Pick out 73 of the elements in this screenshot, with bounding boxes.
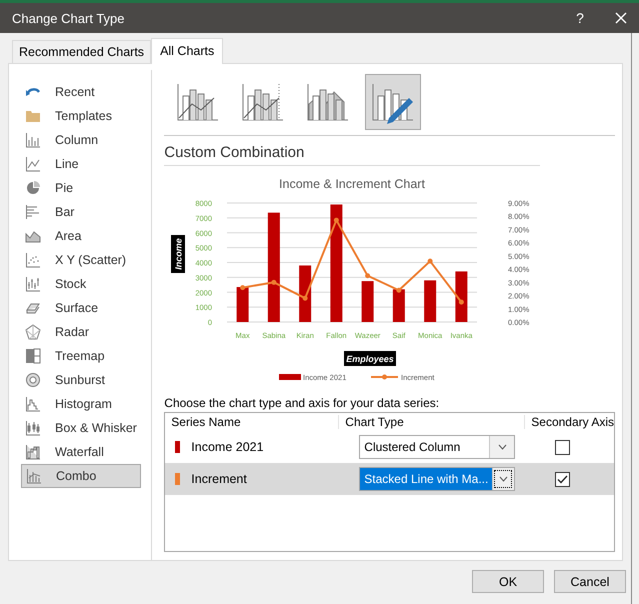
- chart-type-dropdown[interactable]: Clustered Column: [359, 435, 516, 459]
- chart-type-dropdown[interactable]: Stacked Line with Ma...: [359, 467, 516, 491]
- waterfall-icon: [25, 444, 41, 460]
- data-point: [334, 218, 340, 223]
- sunburst-icon: [25, 372, 41, 388]
- sidebar-item[interactable]: Radar: [21, 320, 142, 344]
- series-name: Increment: [191, 472, 247, 486]
- bar: [299, 265, 312, 322]
- help-button[interactable]: ?: [569, 10, 591, 26]
- sidebar-item[interactable]: Sunburst: [21, 368, 142, 392]
- stock-chart-icon: [25, 276, 41, 292]
- chart-subtype-button[interactable]: [365, 74, 422, 130]
- treemap-icon: [25, 348, 41, 364]
- axis-title: Employees: [344, 351, 396, 366]
- scatter-chart-icon: [25, 252, 41, 268]
- line-chart-icon: [25, 156, 41, 172]
- data-point: [302, 296, 308, 301]
- bar-chart-icon: [25, 204, 41, 220]
- caret-icon: [498, 444, 507, 450]
- y-axis-title: Income: [174, 238, 184, 270]
- column-header: Series Name: [165, 415, 340, 429]
- data-point: [365, 273, 370, 278]
- sidebar-item[interactable]: Treemap: [21, 344, 142, 368]
- sidebar-item[interactable]: Column: [21, 128, 142, 152]
- sidebar-item[interactable]: Waterfall: [21, 440, 142, 464]
- series-name: Income 2021: [191, 440, 264, 454]
- bar: [362, 281, 374, 322]
- tab[interactable]: All Charts: [151, 38, 224, 64]
- checkbox[interactable]: [555, 440, 570, 454]
- column-chart-icon: [25, 132, 41, 148]
- x-axis-title: Employees: [346, 354, 394, 364]
- sidebar-item[interactable]: Area: [21, 224, 142, 248]
- checkbox[interactable]: [555, 472, 570, 486]
- axis-title: Income: [171, 235, 186, 273]
- sidebar-item[interactable]: Box & Whisker: [21, 416, 142, 440]
- data-point: [272, 280, 277, 285]
- caret-icon: [499, 476, 508, 482]
- section-title: Custom Combination: [164, 144, 304, 161]
- column-header: Chart Type: [339, 415, 526, 429]
- tab[interactable]: Recommended Charts: [12, 40, 152, 63]
- column-header: Secondary Axis: [530, 415, 614, 429]
- folder-icon: [25, 108, 41, 124]
- chart-title: Income & Increment Chart: [279, 177, 426, 191]
- radar-chart-icon: [25, 324, 41, 340]
- histogram-icon: [25, 396, 41, 412]
- box-whisker-icon: [25, 420, 41, 436]
- bar: [236, 287, 249, 322]
- pie-chart-icon: [25, 180, 41, 196]
- sidebar-item[interactable]: Combo: [21, 464, 142, 488]
- data-point: [396, 288, 402, 293]
- dialog-button[interactable]: Cancel: [554, 570, 626, 593]
- sidebar-item[interactable]: Recent: [21, 80, 142, 104]
- window-title: Change Chart Type: [12, 10, 126, 26]
- sidebar-item[interactable]: Bar: [21, 200, 142, 224]
- data-point: [240, 285, 246, 290]
- sidebar-item[interactable]: Templates: [21, 104, 142, 128]
- sidebar-item[interactable]: Surface: [21, 296, 142, 320]
- bar: [424, 280, 436, 322]
- sidebar-item[interactable]: X Y (Scatter): [21, 248, 142, 272]
- sidebar-item[interactable]: Stock: [21, 272, 142, 296]
- data-point: [428, 258, 433, 264]
- bar: [456, 271, 468, 322]
- series-row[interactable]: Income 2021 Clustered Column: [165, 431, 614, 463]
- sidebar-item[interactable]: Histogram: [21, 392, 142, 416]
- series-row[interactable]: Increment Stacked Line with Ma...: [165, 463, 614, 495]
- sidebar-item[interactable]: Line: [21, 152, 142, 176]
- instruction-text: Choose the chart type and axis for your data series:: [164, 396, 440, 410]
- bar: [393, 289, 406, 322]
- close-icon[interactable]: [615, 12, 627, 24]
- sidebar-item[interactable]: Pie: [21, 176, 142, 200]
- combo-chart-icon: [26, 468, 42, 484]
- dialog-button[interactable]: OK: [472, 570, 544, 593]
- data-point: [459, 300, 464, 305]
